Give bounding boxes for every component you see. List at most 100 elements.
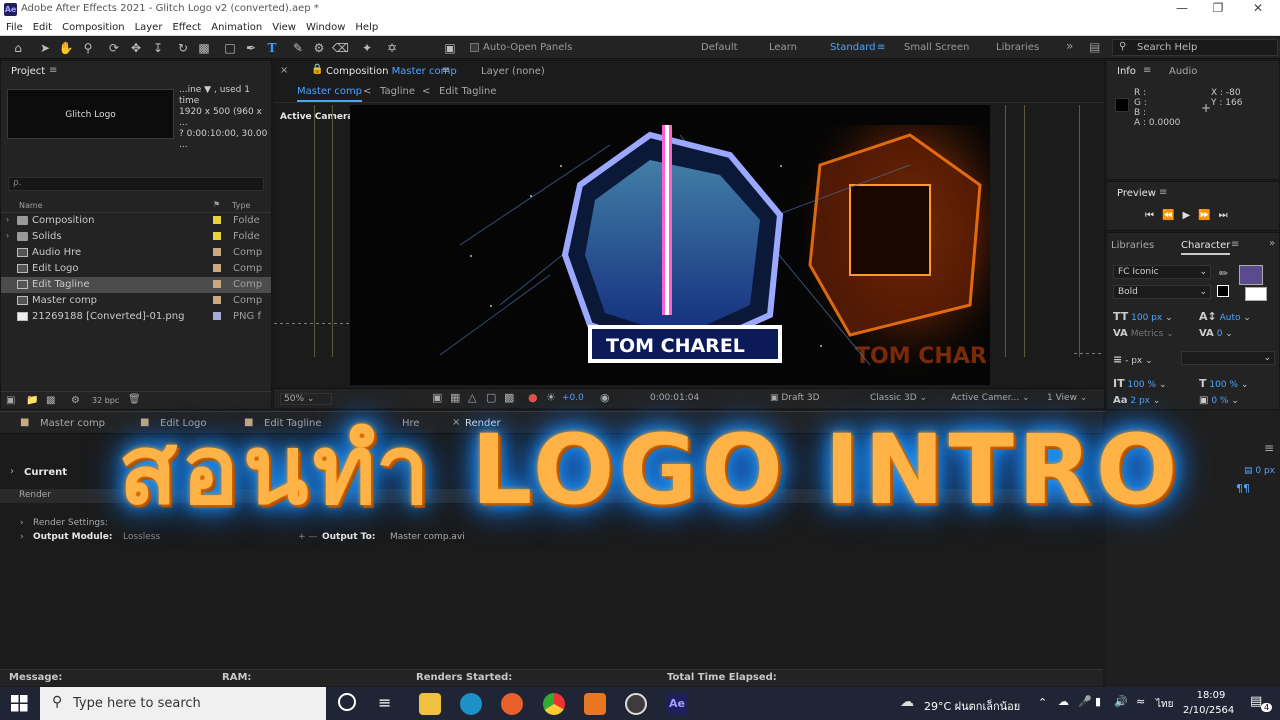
home-icon[interactable]: ⌂ — [10, 40, 26, 56]
character-tab[interactable]: Character — [1181, 240, 1231, 255]
exposure-value[interactable]: +0.0 — [562, 393, 584, 403]
channel-icon[interactable]: ● — [528, 391, 538, 404]
preview-tab[interactable]: Preview — [1117, 188, 1156, 199]
project-item[interactable]: › Composition Folde — [1, 213, 271, 229]
workspace-libraries[interactable]: Libraries — [996, 42, 1039, 53]
wifi-icon[interactable]: ≈ — [1136, 695, 1145, 708]
puppet-pin-icon[interactable]: ✡ — [384, 40, 400, 56]
panel-menu-icon[interactable]: ≡ — [49, 65, 57, 76]
workspace-layout-icon[interactable]: ▤ — [1089, 40, 1100, 54]
composition-viewer[interactable]: TOM CHAR TOM CHAREL — [350, 105, 990, 385]
first-frame-icon[interactable]: ⏮ — [1145, 210, 1162, 221]
character-menu-icon[interactable]: ≡ — [1231, 239, 1239, 250]
battery-icon[interactable]: ▮ — [1095, 695, 1101, 708]
chrome-icon[interactable] — [543, 693, 565, 715]
snap-icon[interactable]: ▣ — [442, 40, 458, 56]
paragraph-menu-icon[interactable]: ≡ — [1264, 441, 1274, 455]
more-panels-icon[interactable]: » — [1269, 238, 1275, 249]
label-color-swatch[interactable] — [213, 232, 221, 240]
expand-render-settings-icon[interactable]: › — [20, 518, 24, 528]
start-icon[interactable] — [11, 695, 28, 712]
fit-icon[interactable]: ▣ — [432, 391, 442, 404]
lock-icon[interactable]: 🔒 — [311, 64, 323, 75]
paragraph-indent-value[interactable]: ▤ 0 px — [1244, 466, 1275, 476]
camera-select[interactable]: Active Camer... ⌄ — [951, 393, 1030, 403]
menu-animation[interactable]: Animation — [206, 20, 267, 36]
zoom-select[interactable]: 50% ⌄ — [280, 393, 332, 405]
roto-brush-icon[interactable]: ✦ — [359, 40, 375, 56]
comp-panel-menu-icon[interactable]: ≡ — [442, 65, 450, 76]
anchor-tool-icon[interactable]: ▩ — [196, 40, 212, 56]
black-swatch[interactable] — [1217, 285, 1229, 297]
search-help-input[interactable]: ⚲ Search Help — [1112, 39, 1278, 56]
menu-help[interactable]: Help — [350, 20, 383, 36]
breadcrumb-master-comp[interactable]: Master comp — [297, 86, 363, 102]
stroke-style-select[interactable]: ⌄ — [1181, 351, 1275, 365]
expand-icon[interactable]: › — [6, 215, 9, 224]
label-color-swatch[interactable] — [213, 280, 221, 288]
layer-tab[interactable]: Layer (none) — [481, 66, 545, 77]
new-folder-icon[interactable]: 📁 — [26, 395, 38, 406]
vertical-scale-row[interactable]: IT 100 % ⌄ — [1113, 377, 1166, 390]
project-item[interactable]: Edit Tagline Comp — [1, 277, 271, 293]
mask-icon[interactable]: △ — [468, 391, 476, 404]
taskbar-search-input[interactable]: ⚲ Type here to search — [40, 687, 326, 720]
snapshot-icon[interactable]: ◉ — [600, 391, 610, 404]
info-tab[interactable]: Info — [1117, 66, 1136, 77]
task-view-icon[interactable]: ≡ — [378, 693, 391, 712]
clock-date[interactable]: 2/10/2564 — [1183, 705, 1234, 716]
current-render-expand-icon[interactable]: › — [10, 466, 14, 477]
project-tab[interactable]: Project — [11, 66, 45, 77]
project-item[interactable]: Edit Logo Comp — [1, 261, 271, 277]
prev-frame-icon[interactable]: ⏪ — [1162, 210, 1182, 221]
expand-icon[interactable]: › — [6, 231, 9, 240]
more-workspaces-icon[interactable]: » — [1066, 39, 1073, 53]
menu-file[interactable]: File — [0, 20, 28, 36]
menu-window[interactable]: Window — [301, 20, 350, 36]
stroke-color-swatch[interactable] — [1245, 287, 1267, 301]
workspace-standard[interactable]: Standard — [830, 42, 876, 53]
audio-tab[interactable]: Audio — [1169, 66, 1197, 77]
dolly-tool-icon[interactable]: ↧ — [150, 40, 166, 56]
orbit-tool-icon[interactable]: ⟳ — [106, 40, 122, 56]
selection-tool-icon[interactable]: ➤ — [37, 40, 53, 56]
xampp-icon[interactable] — [584, 693, 606, 715]
pen-tool-icon[interactable]: ✒ — [243, 40, 259, 56]
eyedropper-icon[interactable]: ✏ — [1219, 267, 1228, 280]
label-color-swatch[interactable] — [213, 216, 221, 224]
edge-icon[interactable] — [460, 693, 482, 715]
rotate-tool-icon[interactable]: ↻ — [175, 40, 191, 56]
label-color-swatch[interactable] — [213, 264, 221, 272]
menu-effect[interactable]: Effect — [167, 20, 206, 36]
file-explorer-icon[interactable] — [419, 693, 441, 715]
eraser-tool-icon[interactable]: ⌫ — [332, 40, 349, 56]
tray-chevron-icon[interactable]: ⌃ — [1038, 696, 1047, 709]
brush-tool-icon[interactable]: ✎ — [290, 40, 306, 56]
expand-output-module-icon[interactable]: › — [20, 532, 24, 542]
obs-icon[interactable] — [625, 693, 647, 715]
col-type[interactable]: Type — [232, 201, 250, 210]
clock-time[interactable]: 18:09 — [1188, 690, 1234, 701]
timecode[interactable]: 0:00:01:04 — [650, 393, 699, 403]
after-effects-icon[interactable]: Ae — [666, 693, 688, 715]
menu-composition[interactable]: Composition — [57, 20, 129, 36]
language-indicator[interactable]: ไทย — [1156, 697, 1173, 712]
workspace-small-screen[interactable]: Small Screen — [904, 42, 969, 53]
tracking-row[interactable]: VA 0 ⌄ — [1199, 328, 1233, 339]
composition-tab[interactable]: Composition Master comp — [326, 66, 457, 77]
breadcrumb-tagline[interactable]: Tagline — [380, 86, 415, 97]
exposure-icon[interactable]: ☀ — [546, 391, 556, 404]
trash-icon[interactable]: 🗑 — [128, 394, 141, 405]
info-menu-icon[interactable]: ≡ — [1143, 65, 1151, 76]
type-tool-icon[interactable]: T — [264, 40, 280, 56]
col-name[interactable]: Name — [19, 201, 43, 210]
kerning-row[interactable]: VA Metrics ⌄ — [1113, 328, 1174, 339]
preview-menu-icon[interactable]: ≡ — [1159, 187, 1167, 198]
font-style-select[interactable]: Bold ⌄ — [1113, 285, 1211, 299]
rectangle-tool-icon[interactable]: □ — [222, 40, 238, 56]
mic-icon[interactable]: 🎤 — [1078, 695, 1092, 708]
auto-open-checkbox[interactable] — [470, 43, 479, 52]
label-color-swatch[interactable] — [213, 248, 221, 256]
volume-icon[interactable]: 🔊 — [1114, 695, 1128, 708]
workspace-menu-icon[interactable]: ≡ — [877, 42, 885, 53]
